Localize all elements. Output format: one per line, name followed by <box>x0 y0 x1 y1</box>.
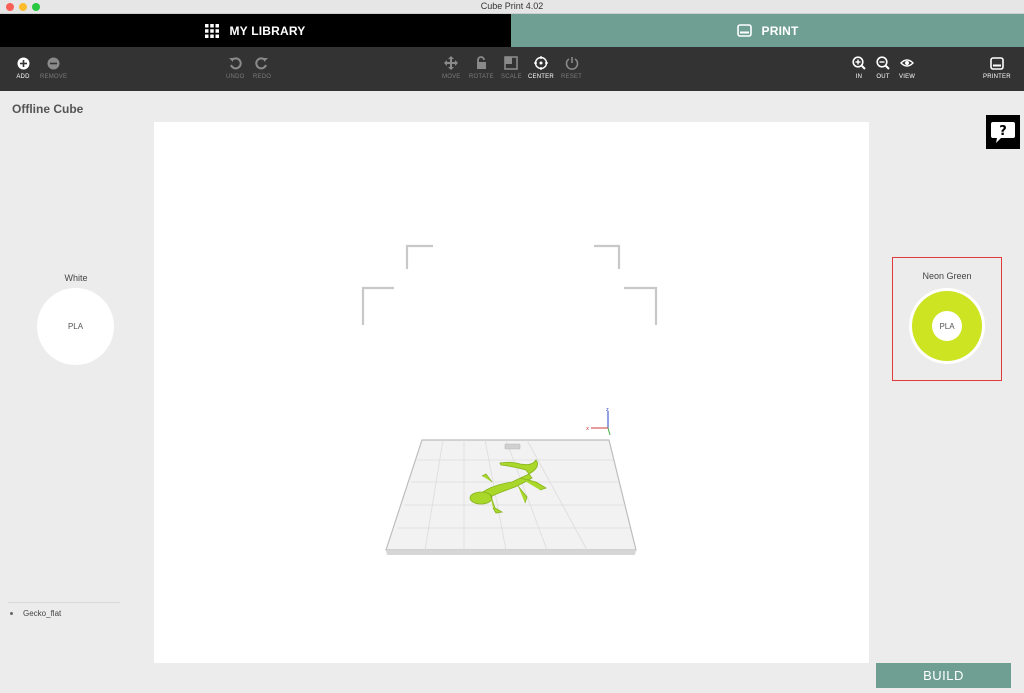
eye-icon <box>900 59 915 67</box>
toolbar: ADD REMOVE UNDO REDO MOVE ROTATE SCALE C… <box>0 47 1024 91</box>
view-button[interactable]: VIEW <box>899 55 915 80</box>
move-button[interactable]: MOVE <box>442 55 460 80</box>
main-tabs: MY LIBRARY PRINT <box>0 14 1024 47</box>
material-left-color-name: White <box>64 273 88 283</box>
plus-circle-icon <box>17 57 29 69</box>
material-left-type: PLA <box>67 322 84 331</box>
build-plate-scene: z x <box>361 244 658 555</box>
help-icon: ? <box>991 122 1015 143</box>
zoom-out-label: OUT <box>876 74 890 80</box>
redo-icon <box>255 57 269 70</box>
build-viewport[interactable]: z x <box>154 122 869 663</box>
tab-my-library-label: MY LIBRARY <box>229 23 306 38</box>
printer-label: PRINTER <box>983 74 1011 80</box>
build-plate <box>385 439 637 555</box>
svg-text:?: ? <box>999 124 1007 139</box>
axis-gizmo-icon: z x <box>586 407 611 436</box>
scale-label: SCALE <box>501 74 522 80</box>
window-titlebar: Cube Print 4.02 <box>0 0 1024 14</box>
rotate-button[interactable]: ROTATE <box>469 55 494 80</box>
view-label: VIEW <box>899 74 916 80</box>
material-left-spool[interactable]: PLA <box>37 288 114 365</box>
svg-text:x: x <box>586 426 589 432</box>
undo-icon <box>229 57 242 70</box>
add-label: ADD <box>16 74 30 80</box>
scale-icon <box>504 56 519 70</box>
build-button[interactable]: BUILD <box>876 663 1011 688</box>
center-icon <box>533 56 548 70</box>
reset-icon <box>565 57 578 70</box>
rotate-icon <box>477 56 487 69</box>
material-right-type: PLA <box>932 311 962 341</box>
model-name: Gecko_flat <box>23 609 62 618</box>
remove-label: REMOVE <box>40 74 68 80</box>
material-color-ring: PLA <box>912 291 982 361</box>
remove-button[interactable]: REMOVE <box>40 55 67 80</box>
zoom-out-icon <box>876 56 890 70</box>
center-button[interactable]: CENTER <box>528 55 554 80</box>
redo-label: REDO <box>253 74 272 80</box>
model-list-divider <box>8 602 120 603</box>
center-label: CENTER <box>528 74 554 80</box>
grid-icon <box>205 23 220 38</box>
help-button[interactable]: ? <box>986 115 1020 149</box>
window-title: Cube Print 4.02 <box>480 1 544 11</box>
undo-button[interactable]: UNDO <box>226 55 244 80</box>
move-label: MOVE <box>442 74 461 80</box>
printer-icon <box>990 56 1004 70</box>
reset-label: RESET <box>561 74 583 80</box>
move-icon <box>444 56 459 70</box>
zoom-in-button[interactable]: IN <box>851 55 867 80</box>
redo-button[interactable]: REDO <box>253 55 271 80</box>
zoom-in-icon <box>852 56 866 70</box>
tab-print-label: PRINT <box>761 23 799 38</box>
rotate-label: ROTATE <box>469 74 494 80</box>
material-right-spool[interactable]: PLA <box>909 288 985 364</box>
add-button[interactable]: ADD <box>15 55 31 80</box>
material-right-panel: Neon Green PLA <box>892 257 1002 381</box>
build-volume-corners <box>361 244 658 325</box>
material-right-color-name: Neon Green <box>922 271 972 281</box>
tab-my-library[interactable]: MY LIBRARY <box>0 14 511 47</box>
svg-text:z: z <box>606 407 609 413</box>
list-item[interactable]: Gecko_flat <box>10 609 61 618</box>
printer-name: Offline Cube <box>12 102 84 116</box>
printer-icon <box>736 24 752 37</box>
bullet-icon <box>10 612 13 615</box>
zoom-out-button[interactable]: OUT <box>875 55 891 80</box>
undo-label: UNDO <box>226 74 245 80</box>
minus-circle-icon <box>47 57 60 69</box>
tab-print[interactable]: PRINT <box>511 14 1024 47</box>
printer-button[interactable]: PRINTER <box>983 55 1011 80</box>
zoom-in-label: IN <box>855 74 863 80</box>
scale-button[interactable]: SCALE <box>501 55 522 80</box>
reset-button[interactable]: RESET <box>561 55 582 80</box>
